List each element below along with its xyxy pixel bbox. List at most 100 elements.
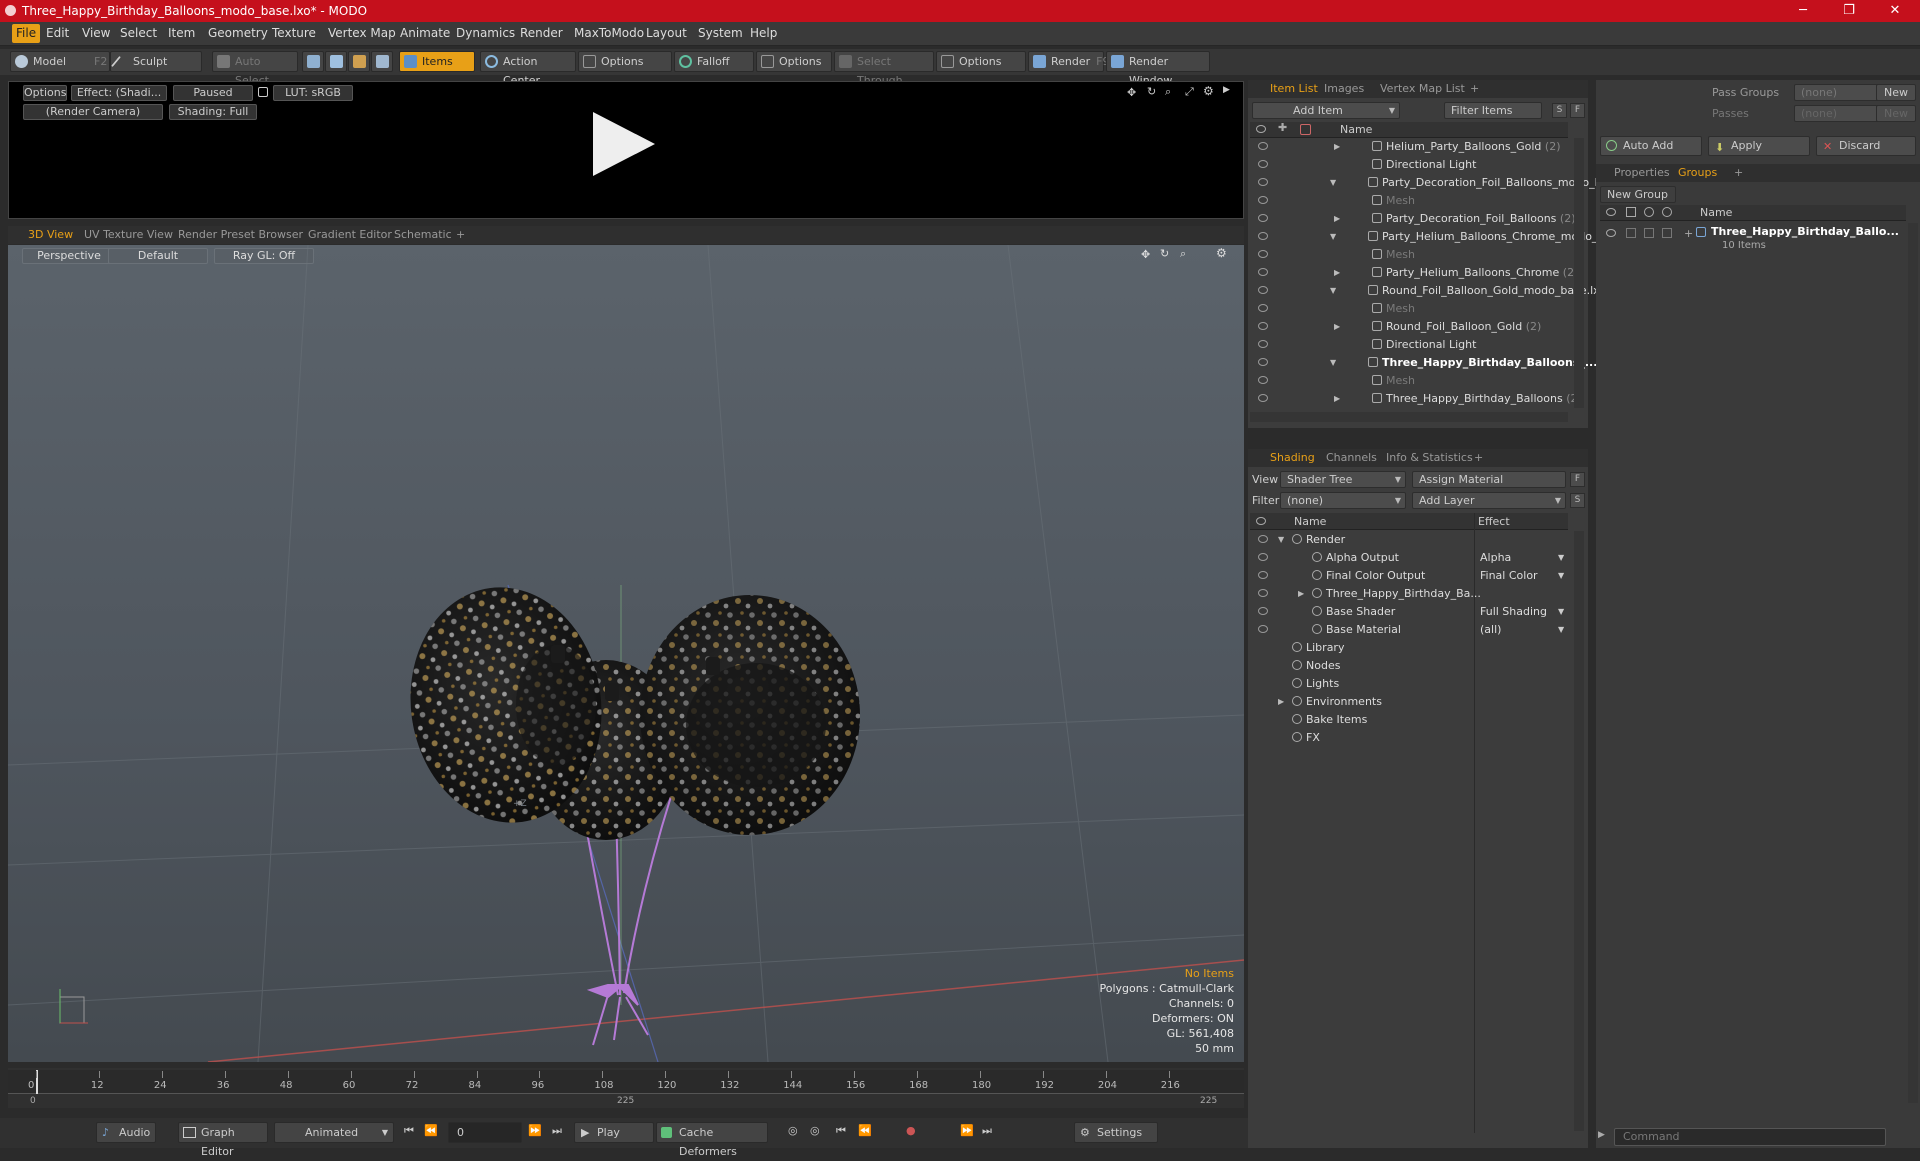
eye-icon[interactable] — [1258, 268, 1268, 276]
chevron-down-icon[interactable]: ▼ — [1330, 282, 1336, 300]
shading-s-button[interactable]: S — [1570, 493, 1585, 508]
menu-maxtomodo[interactable]: MaxToModo — [574, 26, 644, 40]
lock-toggle[interactable] — [1644, 228, 1654, 238]
key-all-icon[interactable]: ◎ — [810, 1124, 820, 1137]
audio-button[interactable]: ♪ Audio — [96, 1122, 156, 1143]
item-row[interactable]: Directional Light — [1250, 336, 1568, 354]
render-toggle[interactable] — [1626, 228, 1636, 238]
graph-editor-button[interactable]: Graph Editor — [178, 1122, 268, 1158]
name-column-header[interactable]: Name — [1700, 206, 1732, 219]
eye-icon[interactable] — [1258, 376, 1268, 384]
shader-row[interactable]: Lights — [1250, 675, 1568, 693]
menu-dynamics[interactable]: Dynamics — [456, 26, 515, 40]
animated-dropdown[interactable]: Animated ▼ — [274, 1122, 394, 1143]
falloff-options-button[interactable]: Options — [756, 51, 832, 72]
gear-icon[interactable]: ⚙ — [1203, 84, 1214, 98]
eye-icon[interactable] — [1258, 322, 1268, 330]
polygon-select-button[interactable] — [348, 51, 370, 72]
effect-value[interactable]: Full Shading — [1480, 603, 1547, 621]
step-forward-icon[interactable]: ⏩ — [528, 1124, 542, 1137]
select-through-options-button[interactable]: Options — [936, 51, 1026, 72]
il-tabs-1[interactable]: Images — [1324, 82, 1364, 95]
rp-tabs-2[interactable]: + — [1734, 166, 1743, 179]
rp-tabs-0[interactable]: Properties — [1614, 166, 1670, 179]
chevron-right-icon[interactable]: ▶ — [1334, 264, 1340, 282]
play-icon[interactable] — [593, 112, 655, 176]
item-row[interactable]: Mesh — [1250, 372, 1568, 390]
menu-file[interactable]: File — [12, 24, 41, 43]
filter-items-input[interactable]: Filter Items — [1444, 102, 1542, 119]
sh-tabs-3[interactable]: + — [1474, 451, 1483, 464]
zoom-icon[interactable]: ⌕ — [1165, 85, 1171, 99]
effect-column-header[interactable]: Effect — [1478, 515, 1510, 528]
eye-icon[interactable] — [1258, 607, 1268, 615]
item-row[interactable]: ▼ Party_Helium_Balloons_Chrome_modo_b... — [1250, 228, 1615, 246]
menu-system[interactable]: System — [698, 26, 743, 40]
expand-icon[interactable]: ⤢ — [1185, 85, 1194, 99]
shader-row[interactable]: Nodes — [1250, 657, 1568, 675]
viewport-tab-5[interactable]: + — [456, 228, 465, 241]
prev-key-icon[interactable]: ⏮ — [836, 1124, 846, 1138]
item-row[interactable]: ▶ Party_Helium_Balloons_Chrome (2) — [1250, 264, 1578, 282]
shading-dropdown[interactable]: Shading: Full — [169, 104, 257, 120]
eye-icon[interactable] — [1258, 142, 1268, 150]
name-column-header[interactable]: Name — [1294, 515, 1326, 528]
item-row[interactable]: ▼ Three_Happy_Birthday_Balloons_... — [1250, 354, 1597, 372]
menu-select[interactable]: Select — [120, 26, 157, 40]
auto-add-button[interactable]: Auto Add — [1600, 136, 1702, 156]
eye-icon[interactable] — [1258, 589, 1268, 597]
auto-select-button[interactable]: Auto Select — [212, 51, 298, 87]
chevron-right-icon[interactable]: ▶ — [1298, 585, 1304, 603]
menu-geometry[interactable]: Geometry — [208, 26, 268, 40]
effect-value[interactable]: Alpha — [1480, 549, 1511, 567]
play-button[interactable]: ▶ Play — [574, 1122, 654, 1143]
chevron-right-icon[interactable]: ▶ — [1334, 318, 1340, 336]
assign-material-button[interactable]: Assign Material — [1412, 471, 1566, 488]
action-center-button[interactable]: Action Center — [480, 51, 576, 87]
viewport-tab-2[interactable]: Render Preset Browser — [178, 228, 303, 241]
shader-row[interactable]: Base Shader Full Shading ▼ — [1250, 603, 1568, 621]
select-toggle[interactable] — [1662, 228, 1672, 238]
apply-button[interactable]: ⬇ Apply — [1708, 136, 1810, 156]
item-list-hscrollbar[interactable] — [1250, 412, 1568, 422]
lut-dropdown[interactable]: LUT: sRGB — [273, 85, 353, 101]
timeline[interactable]: 0 225 225 0 12 24 36 48 60 72 84 96 108 120 132 144 1… — [8, 1068, 1244, 1108]
cache-deformers-button[interactable]: Cache Deformers — [656, 1122, 768, 1158]
menu-view[interactable]: View — [82, 26, 110, 40]
eye-icon[interactable] — [1258, 160, 1268, 168]
menu-vertex-map[interactable]: Vertex Map — [328, 26, 396, 40]
timeline-ruler[interactable] — [8, 1070, 1244, 1094]
item-row[interactable]: ▼ Round_Foil_Balloon_Gold_modo_base.lxo — [1250, 282, 1606, 300]
item-row[interactable]: Directional Light — [1250, 156, 1568, 174]
viewport-tab-4[interactable]: Schematic — [394, 228, 452, 241]
maximize-button[interactable]: ❐ — [1826, 0, 1872, 22]
chevron-down-icon[interactable]: ▼ — [1558, 567, 1564, 585]
eye-icon[interactable] — [1258, 553, 1268, 561]
settings-button[interactable]: ⚙ Settings — [1074, 1122, 1158, 1143]
item-row[interactable]: Mesh — [1250, 300, 1568, 318]
key-icon[interactable]: ◎ — [788, 1124, 798, 1137]
filter-dropdown[interactable]: (none) ▼ — [1280, 492, 1406, 509]
lock-icon[interactable] — [258, 87, 268, 97]
select-through-button[interactable]: Select Through — [834, 51, 934, 87]
discard-button[interactable]: ✕ Discard — [1816, 136, 1916, 156]
viewport-tab-3[interactable]: Gradient Editor — [308, 228, 392, 241]
record-icon[interactable]: ● — [906, 1124, 916, 1137]
il-tabs-0[interactable]: Item List — [1270, 82, 1318, 95]
shader-row[interactable]: ▶ Environments — [1250, 693, 1568, 711]
eye-icon[interactable] — [1258, 625, 1268, 633]
render-window-button[interactable]: Render Window — [1106, 51, 1210, 87]
eye-icon[interactable] — [1258, 304, 1268, 312]
eye-icon[interactable] — [1258, 394, 1268, 402]
command-chevron-icon[interactable]: ▶ — [1598, 1130, 1605, 1140]
shader-row[interactable]: Base Material (all) ▼ — [1250, 621, 1568, 639]
vertex-select-button[interactable] — [302, 51, 324, 72]
sculpt-mode-button[interactable]: Sculpt — [110, 51, 202, 72]
menu-layout[interactable]: Layout — [646, 26, 687, 40]
eye-icon[interactable] — [1258, 358, 1268, 366]
groups-scrollbar[interactable] — [1908, 223, 1918, 1103]
add-item-dropdown[interactable]: Add Item ▼ — [1252, 102, 1400, 119]
item-row[interactable]: ▼ Party_Decoration_Foil_Balloons_modo_b..… — [1250, 174, 1612, 192]
shader-row[interactable]: Bake Items — [1250, 711, 1568, 729]
sh-tabs-2[interactable]: Info & Statistics — [1386, 451, 1473, 464]
